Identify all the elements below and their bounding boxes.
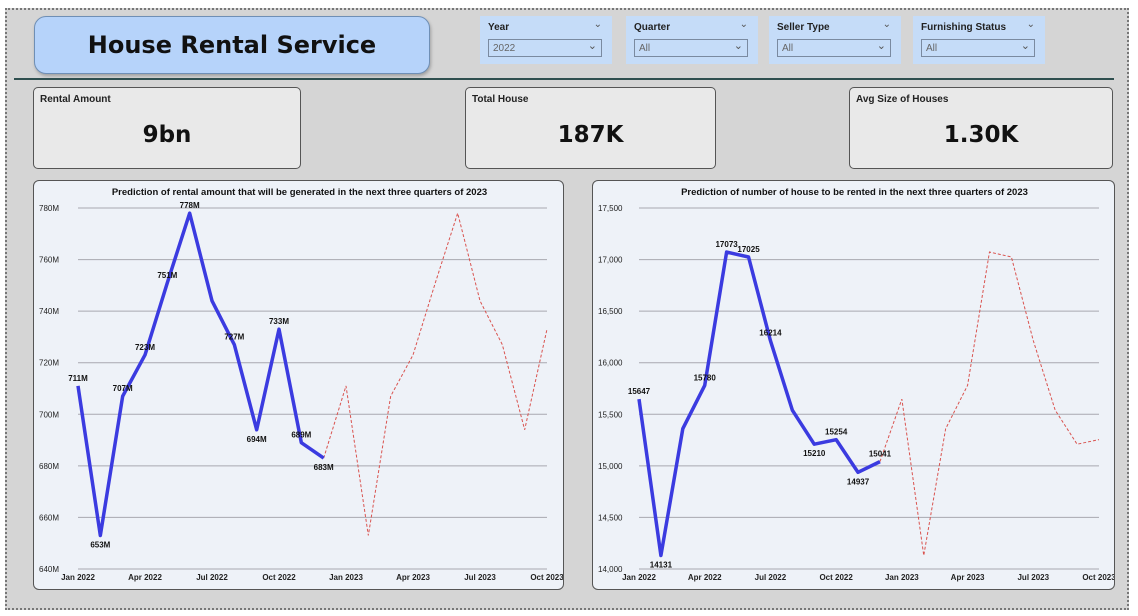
kpi-card-avg-size: Avg Size of Houses 1.30K — [849, 87, 1113, 169]
y-tick-label: 15,500 — [598, 410, 623, 419]
slicer-seller-type[interactable]: Seller Type ⌄ All ⌄ — [769, 16, 901, 64]
data-label: 15254 — [825, 428, 848, 437]
data-label: 723M — [135, 343, 155, 352]
slicer-seller-type-dropdown[interactable]: All ⌄ — [777, 39, 891, 57]
x-tick-label: Apr 2022 — [688, 573, 722, 582]
y-tick-label: 660M — [39, 513, 59, 522]
data-label: 683M — [314, 463, 334, 472]
slicer-quarter[interactable]: Quarter ⌄ All ⌄ — [626, 16, 758, 64]
kpi-label: Avg Size of Houses — [856, 94, 949, 105]
x-tick-label: Oct 2023 — [530, 573, 564, 582]
chart-title: Prediction of rental amount that will be… — [112, 187, 487, 198]
kpi-card-total-house: Total House 187K — [465, 87, 716, 169]
y-tick-label: 700M — [39, 410, 59, 419]
data-label: 17025 — [737, 245, 760, 254]
x-tick-label: Jul 2023 — [464, 573, 496, 582]
data-label: 707M — [113, 384, 133, 393]
y-tick-label: 17,000 — [598, 256, 623, 265]
chevron-down-icon[interactable]: ⌄ — [734, 39, 743, 52]
data-label: 653M — [90, 540, 110, 549]
slicer-quarter-value: All — [639, 43, 651, 54]
houses-rented-forecast-chart: Prediction of number of house to be rent… — [592, 180, 1115, 590]
y-tick-label: 15,000 — [598, 462, 623, 471]
x-tick-label: Jan 2022 — [61, 573, 95, 582]
data-label: 14131 — [650, 560, 673, 569]
slicer-seller-type-label: Seller Type — [777, 22, 830, 33]
kpi-value: 9bn — [142, 122, 192, 148]
chevron-down-icon[interactable]: ⌄ — [1027, 19, 1035, 30]
data-label: 15041 — [869, 450, 892, 459]
y-tick-label: 14,500 — [598, 513, 623, 522]
y-tick-label: 740M — [39, 307, 59, 316]
x-tick-label: Oct 2022 — [819, 573, 853, 582]
data-label: 694M — [247, 435, 267, 444]
chevron-down-icon[interactable]: ⌄ — [877, 39, 886, 52]
page-title: House Rental Service — [87, 31, 377, 59]
chevron-down-icon[interactable]: ⌄ — [594, 19, 602, 30]
kpi-value: 187K — [557, 122, 624, 148]
chart-title: Prediction of number of house to be rent… — [681, 187, 1028, 198]
y-tick-label: 640M — [39, 565, 59, 574]
x-tick-label: Jul 2022 — [196, 573, 228, 582]
slicer-quarter-dropdown[interactable]: All ⌄ — [634, 39, 748, 57]
data-label: 727M — [224, 333, 244, 342]
slicer-seller-type-value: All — [782, 43, 794, 54]
x-tick-label: Jan 2023 — [329, 573, 363, 582]
rental-amount-forecast-chart: Prediction of rental amount that will be… — [33, 180, 564, 590]
x-tick-label: Apr 2023 — [951, 573, 985, 582]
chevron-down-icon[interactable]: ⌄ — [883, 19, 891, 30]
data-label: 733M — [269, 317, 289, 326]
data-label: 17073 — [715, 240, 738, 249]
actual-series-line — [76, 211, 325, 538]
y-tick-label: 680M — [39, 462, 59, 471]
slicer-furnishing-status[interactable]: Furnishing Status ⌄ All ⌄ — [913, 16, 1045, 64]
header-divider — [14, 78, 1114, 80]
y-tick-label: 14,000 — [598, 565, 623, 574]
data-label: 15210 — [803, 449, 826, 458]
y-tick-label: 780M — [39, 204, 59, 213]
x-tick-label: Apr 2023 — [396, 573, 430, 582]
data-label: 711M — [68, 374, 88, 383]
y-tick-label: 16,000 — [598, 359, 623, 368]
kpi-label: Total House — [472, 94, 529, 105]
kpi-label: Rental Amount — [40, 94, 111, 105]
slicer-year[interactable]: Year ⌄ 2022 ⌄ — [480, 16, 612, 64]
data-label: 14937 — [847, 477, 870, 486]
y-tick-label: 17,500 — [598, 204, 623, 213]
x-tick-label: Jan 2023 — [885, 573, 919, 582]
x-tick-label: Jul 2022 — [755, 573, 787, 582]
chart-svg: Prediction of number of house to be rent… — [598, 187, 1115, 582]
slicer-year-dropdown[interactable]: 2022 ⌄ — [488, 39, 602, 57]
chevron-down-icon[interactable]: ⌄ — [1021, 39, 1030, 52]
data-label: 778M — [180, 201, 200, 210]
y-tick-label: 720M — [39, 359, 59, 368]
data-label: 15780 — [694, 373, 717, 382]
x-tick-label: Oct 2023 — [1082, 573, 1115, 582]
title-banner: House Rental Service — [34, 16, 430, 74]
data-label: 751M — [157, 271, 177, 280]
slicer-furnishing-status-label: Furnishing Status — [921, 22, 1006, 33]
kpi-card-rental-amount: Rental Amount 9bn — [33, 87, 301, 169]
slicer-year-value: 2022 — [493, 43, 516, 54]
chevron-down-icon[interactable]: ⌄ — [740, 19, 748, 30]
x-tick-label: Jan 2022 — [622, 573, 656, 582]
x-tick-label: Jul 2023 — [1017, 573, 1049, 582]
forecast-series-line — [879, 251, 1100, 556]
x-tick-label: Oct 2022 — [262, 573, 296, 582]
forecast-series-line — [323, 211, 548, 536]
y-tick-label: 16,500 — [598, 307, 623, 316]
data-label: 15647 — [628, 387, 651, 396]
chart-svg: Prediction of rental amount that will be… — [39, 187, 564, 582]
actual-series-line — [637, 250, 881, 558]
y-tick-label: 760M — [39, 256, 59, 265]
x-tick-label: Apr 2022 — [128, 573, 162, 582]
kpi-value: 1.30K — [943, 122, 1019, 148]
chevron-down-icon[interactable]: ⌄ — [588, 39, 597, 52]
slicer-quarter-label: Quarter — [634, 22, 671, 33]
data-label: 16214 — [759, 329, 782, 338]
slicer-year-label: Year — [488, 22, 510, 33]
slicer-furnishing-status-value: All — [926, 43, 938, 54]
slicer-furnishing-status-dropdown[interactable]: All ⌄ — [921, 39, 1035, 57]
data-label: 689M — [291, 431, 311, 440]
